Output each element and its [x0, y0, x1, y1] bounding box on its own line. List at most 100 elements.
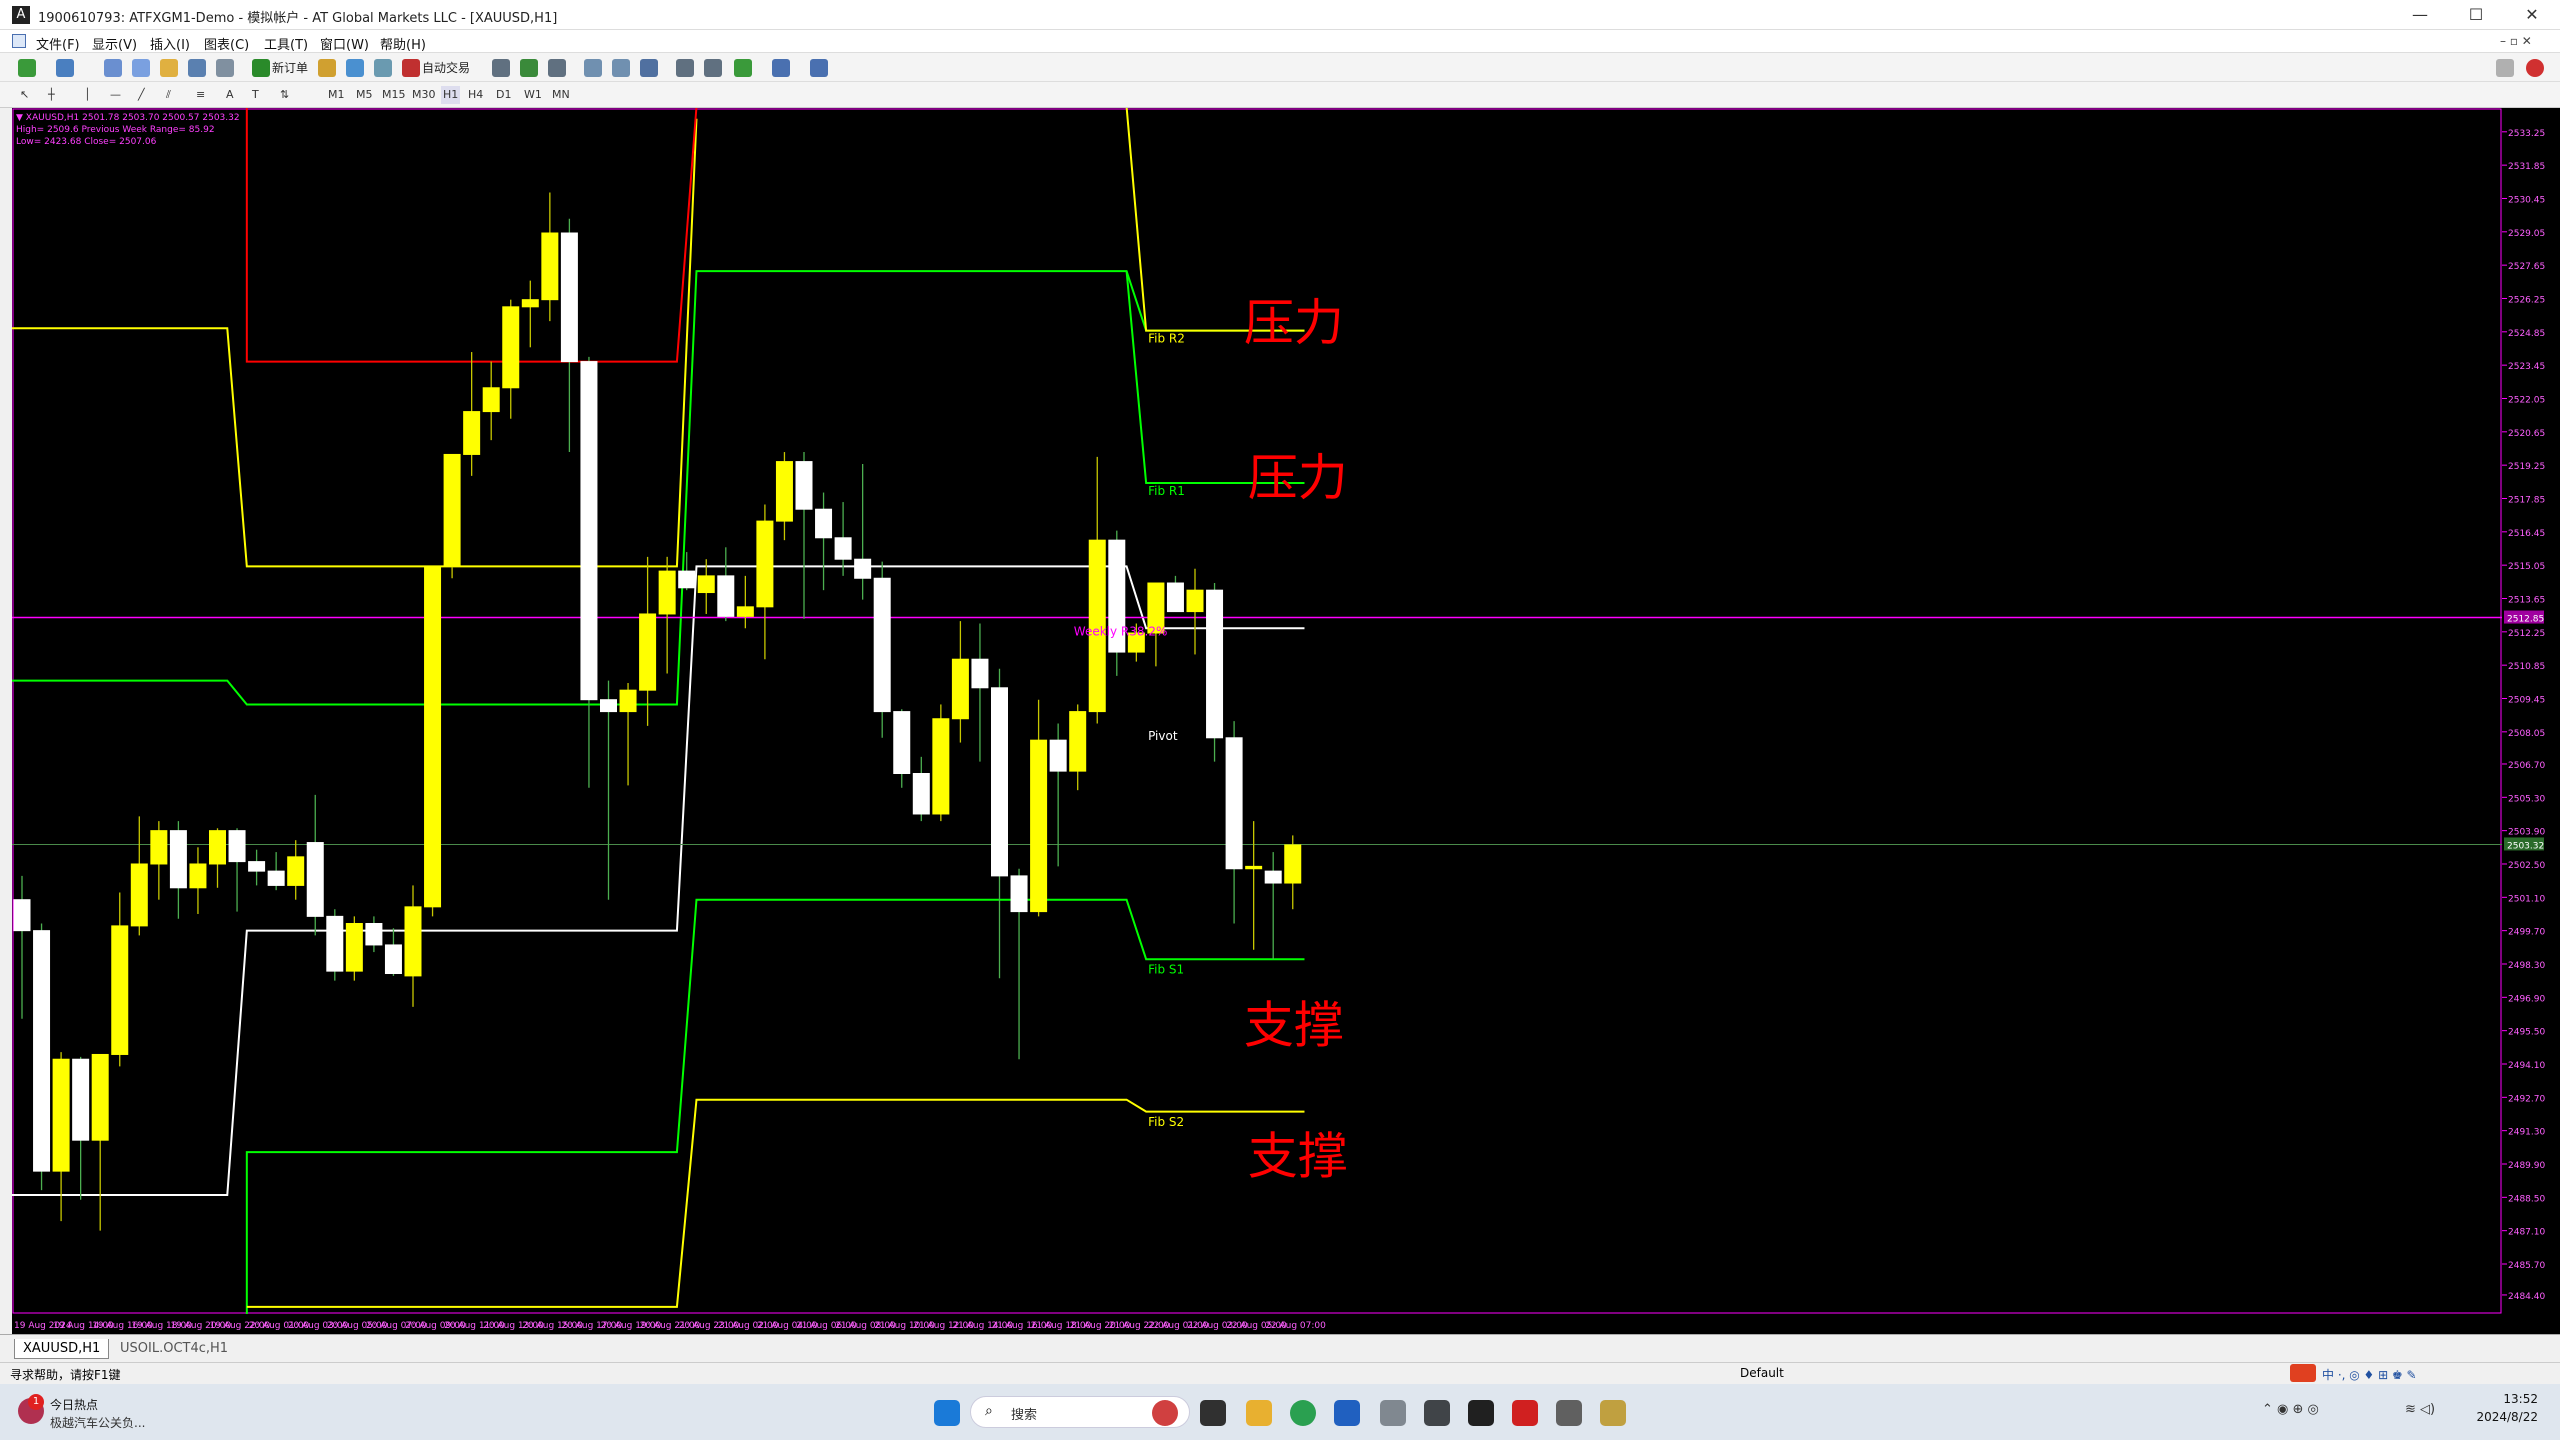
zoom-in-icon[interactable]: [584, 59, 602, 77]
candle-body: [815, 508, 833, 539]
menu-window[interactable]: 窗口(W): [320, 34, 369, 53]
auto-trade-icon[interactable]: [402, 59, 420, 77]
timeframe-m5[interactable]: M5: [356, 86, 373, 104]
periods-icon[interactable]: [772, 59, 790, 77]
network-volume-icon[interactable]: ≋ ◁): [2405, 1402, 2435, 1417]
terminal-icon[interactable]: [188, 59, 206, 77]
candlestick-icon[interactable]: [520, 59, 538, 77]
news-subtitle[interactable]: 极越汽车公关负...: [50, 1414, 145, 1431]
line-chart-icon[interactable]: [548, 59, 566, 77]
candle-body: [1030, 739, 1048, 913]
timeframe-w1[interactable]: W1: [524, 86, 542, 104]
templates-icon[interactable]: [810, 59, 828, 77]
channel-icon[interactable]: ⫽: [166, 86, 171, 104]
maximize-button[interactable]: ☐: [2448, 0, 2504, 30]
candle-body: [1069, 711, 1087, 772]
clock-date[interactable]: 2024/8/22: [2450, 1410, 2538, 1424]
trendline-icon[interactable]: ╱: [138, 86, 145, 104]
chart-window[interactable]: Fib R2 Fib R1 Pivot Fib S1 Fib S2 Weekly R38.…: [2, 106, 2560, 1334]
tray-icons[interactable]: ⌃ ◉ ⊕ ◎: [2262, 1402, 2319, 1417]
menu-file[interactable]: 文件(F): [36, 34, 80, 53]
menu-insert[interactable]: 插入(I): [150, 34, 190, 53]
timeframe-h1[interactable]: H1: [441, 86, 461, 104]
text-label-icon[interactable]: T: [252, 86, 259, 104]
tab-usoil[interactable]: USOIL.OCT4c,H1: [112, 1339, 236, 1359]
search-icon[interactable]: [2496, 59, 2514, 77]
windows-start-icon[interactable]: [934, 1400, 960, 1426]
notification-icon[interactable]: [2526, 59, 2544, 77]
new-order-button[interactable]: 新订单: [272, 58, 308, 78]
tab-xauusd[interactable]: XAUUSD,H1: [14, 1339, 110, 1359]
y-tick-label: 2491.30: [2508, 1128, 2545, 1138]
y-tick-label: 2499.70: [2508, 928, 2545, 938]
zoom-out-icon[interactable]: [612, 59, 630, 77]
strategy-tester-icon[interactable]: [216, 59, 234, 77]
timeframe-d1[interactable]: D1: [496, 86, 511, 104]
child-window-controls[interactable]: – ▫ ✕: [2500, 34, 2532, 48]
app-icon-2[interactable]: [1424, 1400, 1450, 1426]
candle-body: [169, 830, 187, 889]
y-tick-label: 2516.45: [2508, 529, 2545, 539]
navigator-icon[interactable]: [160, 59, 178, 77]
y-tick-label: 2527.65: [2508, 262, 2545, 272]
y-tick-label: 2522.05: [2508, 395, 2545, 405]
menu-charts[interactable]: 图表(C): [204, 34, 249, 53]
candle-body: [228, 830, 246, 863]
candle-body: [697, 575, 715, 594]
crosshair-icon[interactable]: ┼: [48, 86, 55, 104]
y-tick-label: 2531.85: [2508, 162, 2545, 172]
y-tick-label: 2485.70: [2508, 1261, 2545, 1271]
app-icon-1[interactable]: [1380, 1400, 1406, 1426]
cursor-icon[interactable]: ↖: [20, 86, 29, 104]
task-view-icon[interactable]: [1200, 1400, 1226, 1426]
bar-chart-icon[interactable]: [492, 59, 510, 77]
news-title[interactable]: 今日热点: [50, 1396, 98, 1413]
profiles-icon[interactable]: [56, 59, 74, 77]
horizontal-line-icon[interactable]: —: [110, 86, 121, 104]
candle-body: [639, 613, 657, 691]
app-icon-3[interactable]: [1556, 1400, 1582, 1426]
text-icon[interactable]: A: [226, 86, 234, 104]
metatrader-icon[interactable]: [1468, 1400, 1494, 1426]
chart-shift-icon[interactable]: [676, 59, 694, 77]
menu-view[interactable]: 显示(V): [92, 34, 137, 53]
timeframe-m15[interactable]: M15: [382, 86, 406, 104]
metaeditor-icon[interactable]: [318, 59, 336, 77]
new-order-icon[interactable]: [252, 59, 270, 77]
market-watch-icon[interactable]: [104, 59, 122, 77]
store-icon[interactable]: [1334, 1400, 1360, 1426]
timeframe-mn[interactable]: MN: [552, 86, 570, 104]
close-button[interactable]: ✕: [2504, 0, 2560, 30]
menu-tools[interactable]: 工具(T): [264, 34, 308, 53]
menu-help[interactable]: 帮助(H): [380, 34, 426, 53]
chart-info-line1: ▼ XAUUSD,H1 2501.78 2503.70 2500.57 2503…: [16, 113, 240, 123]
file-explorer-icon[interactable]: [1246, 1400, 1272, 1426]
auto-trade-button[interactable]: 自动交易: [422, 58, 470, 78]
vertical-line-icon[interactable]: │: [84, 86, 91, 104]
arrows-icon[interactable]: ⇅: [280, 86, 289, 104]
y-tick-label: 2495.50: [2508, 1028, 2545, 1038]
fibonacci-icon[interactable]: ≡: [196, 86, 205, 104]
y-tick-label: 2519.25: [2508, 462, 2545, 472]
timeframe-m1[interactable]: M1: [328, 86, 345, 104]
clock-time[interactable]: 13:52: [2478, 1392, 2538, 1406]
candle-body: [267, 870, 285, 886]
app-icon-4[interactable]: [1600, 1400, 1626, 1426]
wps-icon[interactable]: [1512, 1400, 1538, 1426]
chart-info-line2: High= 2509.6 Previous Week Range= 85.92: [16, 125, 215, 135]
ime-tools-icon[interactable]: 中 ·, ◎ ♦ ⊞ ♚ ✎: [2322, 1366, 2417, 1383]
data-window-icon[interactable]: [132, 59, 150, 77]
widget-icon[interactable]: [1152, 1400, 1178, 1426]
ime-icon[interactable]: [2290, 1364, 2316, 1382]
auto-scroll-icon[interactable]: [704, 59, 722, 77]
minimize-button[interactable]: —: [2392, 0, 2448, 30]
signals-icon[interactable]: [374, 59, 392, 77]
market-icon[interactable]: [346, 59, 364, 77]
indicators-icon[interactable]: [734, 59, 752, 77]
chrome-icon[interactable]: [1290, 1400, 1316, 1426]
timeframe-h4[interactable]: H4: [468, 86, 483, 104]
timeframe-m30[interactable]: M30: [412, 86, 436, 104]
price-chart[interactable]: Fib R2 Fib R1 Pivot Fib S1 Fib S2 Weekly R38.…: [2, 106, 2560, 1334]
new-chart-icon[interactable]: [18, 59, 36, 77]
tile-windows-icon[interactable]: [640, 59, 658, 77]
